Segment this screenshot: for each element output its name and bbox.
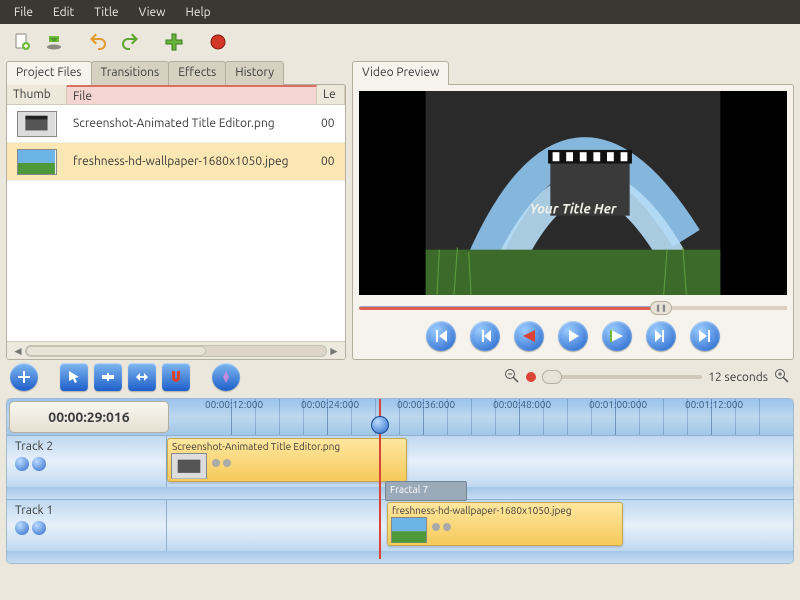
transport-bar bbox=[353, 315, 793, 359]
preview-viewport[interactable]: Your Title Her bbox=[359, 91, 787, 295]
next-frame-button[interactable] bbox=[646, 321, 676, 351]
save-button[interactable] bbox=[40, 28, 68, 56]
tab-video-preview[interactable]: Video Preview bbox=[352, 61, 449, 85]
file-list: Screenshot-Animated Title Editor.png 00 … bbox=[7, 105, 345, 341]
tab-history[interactable]: History bbox=[225, 61, 284, 85]
col-thumb[interactable]: Thumb bbox=[7, 85, 67, 104]
file-row[interactable]: freshness-hd-wallpaper-1680x1050.jpeg 00 bbox=[7, 143, 345, 181]
track-visible-icon[interactable] bbox=[15, 521, 29, 535]
timeline-ruler[interactable]: 00:00:29:016 00:00:12:000 00:00:24:000 0… bbox=[7, 399, 793, 435]
menu-help[interactable]: Help bbox=[177, 4, 218, 21]
timeline-toolbar: 12 seconds bbox=[0, 360, 800, 394]
thumbnail bbox=[17, 111, 57, 137]
add-track-button[interactable] bbox=[10, 363, 38, 391]
file-length: 00 bbox=[317, 117, 345, 130]
play-button[interactable] bbox=[558, 321, 588, 351]
clip-label: freshness-hd-wallpaper-1680x1050.jpeg bbox=[388, 503, 622, 518]
clip-audio-icon bbox=[223, 459, 231, 467]
timeline: 00:00:29:016 00:00:12:000 00:00:24:000 0… bbox=[6, 398, 794, 564]
track-visible-icon[interactable] bbox=[15, 457, 29, 471]
zoom-label: 12 seconds bbox=[708, 371, 768, 384]
redo-button[interactable] bbox=[116, 28, 144, 56]
playhead[interactable] bbox=[379, 399, 381, 559]
project-panel: Project Files Transitions Effects Histor… bbox=[6, 60, 346, 360]
razor-tool-button[interactable] bbox=[94, 363, 122, 391]
track-lock-icon[interactable] bbox=[32, 521, 46, 535]
resize-tool-button[interactable] bbox=[128, 363, 156, 391]
add-button[interactable] bbox=[160, 28, 188, 56]
clip-thumbnail bbox=[391, 517, 427, 543]
main-toolbar bbox=[0, 24, 800, 60]
tab-transitions[interactable]: Transitions bbox=[91, 61, 170, 85]
zoom-thumb[interactable] bbox=[542, 370, 562, 384]
col-length[interactable]: Le bbox=[317, 85, 345, 104]
clip-audio-icon bbox=[443, 523, 451, 531]
file-length: 00 bbox=[317, 155, 345, 168]
track-name: Track 1 bbox=[15, 504, 158, 517]
fast-forward-button[interactable] bbox=[602, 321, 632, 351]
col-file[interactable]: File bbox=[67, 85, 317, 104]
new-file-button[interactable] bbox=[8, 28, 36, 56]
rewind-button[interactable] bbox=[514, 321, 544, 351]
skip-start-button[interactable] bbox=[426, 321, 456, 351]
preview-seekbar[interactable]: ❚❚ bbox=[359, 301, 787, 315]
clip-effect-icon bbox=[212, 459, 220, 467]
ruler-ticks[interactable]: 00:00:12:000 00:00:24:000 00:00:36:000 0… bbox=[171, 399, 793, 435]
seek-handle[interactable]: ❚❚ bbox=[650, 301, 672, 315]
file-name: Screenshot-Animated Title Editor.png bbox=[67, 117, 317, 130]
file-name: freshness-hd-wallpaper-1680x1050.jpeg bbox=[67, 155, 317, 168]
files-hscrollbar[interactable]: ◄ ► bbox=[7, 341, 345, 359]
tab-project-files[interactable]: Project Files bbox=[6, 61, 92, 85]
playhead-handle[interactable] bbox=[371, 416, 389, 434]
clip-label: Screenshot-Animated Title Editor.png bbox=[168, 439, 406, 454]
preview-title-overlay: Your Title Her bbox=[529, 200, 617, 216]
clip-effect-icon bbox=[432, 523, 440, 531]
clip[interactable]: freshness-hd-wallpaper-1680x1050.jpeg bbox=[387, 502, 623, 546]
prev-frame-button[interactable] bbox=[470, 321, 500, 351]
zoom-slider[interactable] bbox=[542, 375, 702, 379]
skip-end-button[interactable] bbox=[690, 321, 720, 351]
scroll-right-icon[interactable]: ► bbox=[327, 344, 341, 358]
menu-title[interactable]: Title bbox=[86, 4, 126, 21]
transition-clip[interactable]: Fractal 7 bbox=[385, 481, 467, 501]
timecode-display: 00:00:29:016 bbox=[9, 401, 169, 433]
menubar: File Edit Title View Help bbox=[0, 0, 800, 24]
arrow-tool-button[interactable] bbox=[60, 363, 88, 391]
thumbnail bbox=[17, 149, 57, 175]
track-gap bbox=[7, 551, 793, 563]
zoom-in-icon[interactable] bbox=[774, 368, 790, 387]
timeline-track: Track 2 Screenshot-Animated Title Editor… bbox=[7, 435, 793, 487]
scroll-left-icon[interactable]: ◄ bbox=[11, 344, 25, 358]
record-button[interactable] bbox=[204, 28, 232, 56]
file-row[interactable]: Screenshot-Animated Title Editor.png 00 bbox=[7, 105, 345, 143]
menu-view[interactable]: View bbox=[131, 4, 174, 21]
menu-file[interactable]: File bbox=[6, 4, 41, 21]
clip[interactable]: Screenshot-Animated Title Editor.png bbox=[167, 438, 407, 482]
timeline-track: Track 1 freshness-hd-wallpaper-1680x1050… bbox=[7, 499, 793, 551]
tab-effects[interactable]: Effects bbox=[168, 61, 226, 85]
track-name: Track 2 bbox=[15, 440, 158, 453]
marker-button[interactable] bbox=[212, 363, 240, 391]
track-gap: Fractal 7 bbox=[7, 487, 793, 499]
undo-button[interactable] bbox=[84, 28, 112, 56]
zoom-knob bbox=[526, 372, 536, 382]
clip-thumbnail bbox=[171, 453, 207, 479]
menu-edit[interactable]: Edit bbox=[45, 4, 82, 21]
zoom-out-icon[interactable] bbox=[504, 368, 520, 387]
preview-panel: Video Preview Your Title Her bbox=[352, 60, 794, 360]
track-lock-icon[interactable] bbox=[32, 457, 46, 471]
snap-tool-button[interactable] bbox=[162, 363, 190, 391]
file-column-headers: Thumb File Le bbox=[7, 85, 345, 105]
